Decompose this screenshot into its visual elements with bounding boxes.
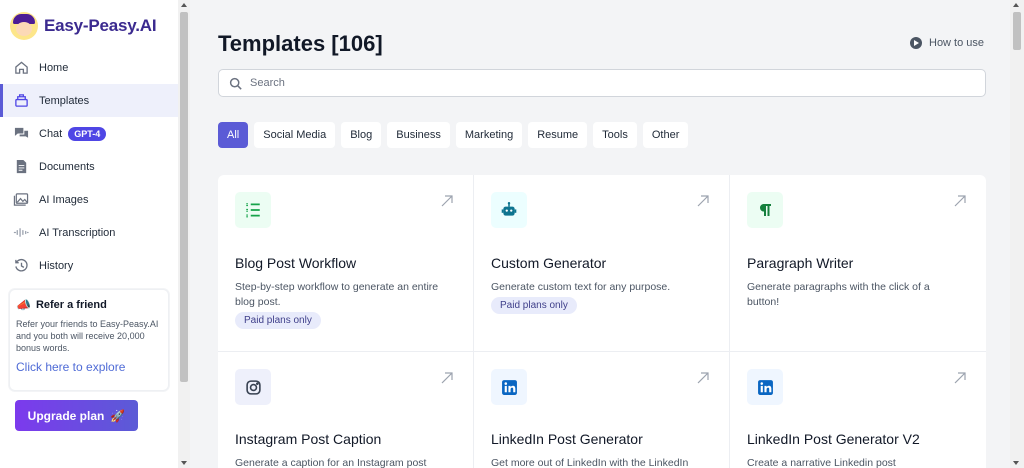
scroll-down-arrow-icon[interactable] — [1013, 461, 1019, 465]
robot-icon — [491, 192, 527, 228]
sidebar-item-label: Home — [39, 61, 69, 74]
rocket-icon: 🚀 — [110, 408, 126, 423]
sidebar-item-ai-images[interactable]: AI Images — [0, 183, 178, 216]
main-scrollbar[interactable] — [1010, 0, 1024, 468]
template-card-custom-generator[interactable]: Custom Generator Generate custom text fo… — [474, 175, 730, 352]
filter-marketing[interactable]: Marketing — [455, 122, 523, 148]
sidebar-item-documents[interactable]: Documents — [0, 150, 178, 183]
sidebar-item-label: History — [39, 259, 74, 272]
card-title: LinkedIn Post Generator — [491, 431, 643, 447]
image-icon — [13, 192, 29, 208]
open-arrow-icon[interactable] — [439, 193, 455, 209]
filter-tools[interactable]: Tools — [593, 122, 637, 148]
home-icon — [13, 60, 29, 76]
play-icon — [910, 37, 922, 49]
logo-mascot-icon — [10, 12, 38, 40]
open-arrow-icon[interactable] — [952, 370, 968, 386]
card-title: LinkedIn Post Generator V2 — [747, 431, 920, 447]
sidebar-item-label: Chat — [39, 127, 63, 140]
search-bar[interactable] — [218, 69, 986, 97]
refer-card: 📣 Refer a friend Refer your friends to E… — [9, 289, 169, 391]
template-card-linkedin-post-generator[interactable]: LinkedIn Post Generator Get more out of … — [474, 352, 730, 468]
waveform-icon — [13, 225, 29, 241]
page-title: Templates [106] — [218, 31, 383, 56]
main-scroll-thumb[interactable] — [1013, 12, 1021, 50]
card-description: Generate a caption for an Instagram post — [235, 457, 427, 468]
megaphone-icon: 📣 — [16, 298, 31, 312]
gpt4-badge: GPT-4 — [68, 126, 107, 141]
paid-plans-badge: Paid plans only — [491, 297, 577, 314]
sidebar-item-label: AI Images — [39, 193, 89, 206]
document-icon — [13, 159, 29, 175]
refer-title: Refer a friend — [35, 299, 107, 311]
filter-other[interactable]: Other — [642, 122, 689, 148]
how-to-use-link[interactable]: How to use — [910, 37, 984, 49]
linkedin-icon — [747, 369, 783, 405]
sidebar-scroll-thumb[interactable] — [180, 12, 188, 382]
chat-icon — [13, 126, 29, 142]
sidebar-item-templates[interactable]: Templates — [0, 84, 178, 117]
refer-text: Refer your friends to Easy-Peasy.AI and … — [16, 319, 159, 353]
instagram-icon — [235, 369, 271, 405]
upgrade-plan-button[interactable]: Upgrade plan 🚀 — [15, 400, 138, 431]
template-card-instagram-post-caption[interactable]: Instagram Post Caption Generate a captio… — [218, 352, 474, 468]
templates-icon — [13, 93, 29, 109]
sidebar-item-label: Templates — [39, 94, 90, 107]
scroll-up-arrow-icon[interactable] — [181, 3, 187, 7]
sidebar-item-label: Documents — [39, 160, 95, 173]
filter-social-media[interactable]: Social Media — [254, 122, 336, 148]
how-to-use-label: How to use — [929, 37, 985, 49]
sidebar-item-home[interactable]: Home — [0, 51, 178, 84]
search-icon — [229, 77, 242, 90]
sidebar-item-ai-transcription[interactable]: AI Transcription — [0, 216, 178, 249]
search-input[interactable] — [250, 77, 950, 89]
linkedin-icon — [491, 369, 527, 405]
scroll-down-arrow-icon[interactable] — [181, 461, 187, 465]
paragraph-icon — [747, 192, 783, 228]
card-description: Generate paragraphs with the click of a … — [747, 281, 930, 308]
sidebar-item-chat[interactable]: Chat GPT-4 — [0, 117, 178, 150]
paid-plans-badge: Paid plans only — [235, 312, 321, 329]
template-grid: Blog Post Workflow Step-by-step workflow… — [218, 175, 986, 468]
filter-business[interactable]: Business — [387, 122, 450, 148]
card-description: Generate custom text for any purpose. — [491, 281, 671, 293]
sidebar-item-label: AI Transcription — [39, 226, 116, 239]
open-arrow-icon[interactable] — [695, 370, 711, 386]
template-card-linkedin-post-generator-v2[interactable]: LinkedIn Post Generator V2 Create a narr… — [730, 352, 986, 468]
open-arrow-icon[interactable] — [439, 370, 455, 386]
open-arrow-icon[interactable] — [695, 193, 711, 209]
card-title: Custom Generator — [491, 255, 607, 271]
logo-text: Easy-Peasy.AI — [44, 16, 157, 35]
template-card-paragraph-writer[interactable]: Paragraph Writer Generate paragraphs wit… — [730, 175, 986, 352]
card-title: Instagram Post Caption — [235, 431, 382, 447]
logo[interactable]: Easy-Peasy.AI — [10, 12, 157, 40]
history-icon — [13, 258, 29, 274]
card-description: Create a narrative Linkedin post — [747, 457, 896, 468]
card-description: Get more out of LinkedIn with the Linked… — [491, 457, 689, 468]
sidebar-item-history[interactable]: History — [0, 249, 178, 282]
open-arrow-icon[interactable] — [952, 193, 968, 209]
filter-blog[interactable]: Blog — [341, 122, 382, 148]
refer-title-row: 📣 Refer a friend — [16, 298, 162, 312]
upgrade-label: Upgrade plan — [27, 408, 105, 423]
card-description: Step-by-step workflow to generate an ent… — [235, 281, 439, 308]
refer-explore-link[interactable]: Click here to explore — [16, 360, 162, 374]
card-title: Blog Post Workflow — [235, 255, 357, 271]
sidebar: Easy-Peasy.AI Home Templates Chat GPT-4 — [0, 0, 178, 468]
template-card-blog-post-workflow[interactable]: Blog Post Workflow Step-by-step workflow… — [218, 175, 474, 352]
sidebar-nav: Home Templates Chat GPT-4 Documents AI I… — [0, 51, 178, 282]
filter-resume[interactable]: Resume — [528, 122, 588, 148]
scroll-up-arrow-icon[interactable] — [1013, 3, 1019, 7]
card-title: Paragraph Writer — [747, 255, 854, 271]
sidebar-scrollbar[interactable] — [178, 0, 190, 468]
main-content: Templates [106] How to use All Social Me… — [190, 0, 1010, 468]
filter-all[interactable]: All — [218, 122, 249, 148]
list-icon — [235, 192, 271, 228]
filter-chips: All Social Media Blog Business Marketing… — [218, 122, 694, 148]
